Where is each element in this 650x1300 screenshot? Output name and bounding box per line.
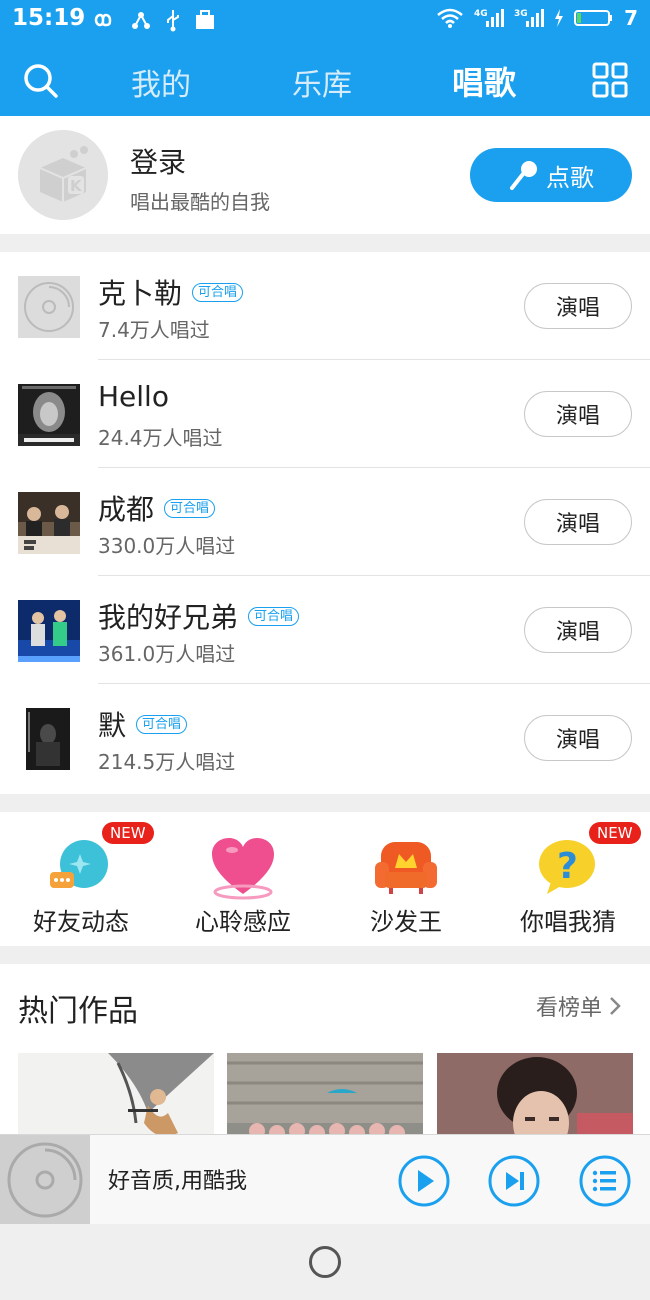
status-bar: 15:19 4G 3G 7 xyxy=(0,0,650,40)
avatar[interactable]: K xyxy=(18,130,108,220)
song-title: 成都 xyxy=(98,493,155,526)
svg-text:K: K xyxy=(70,177,83,195)
order-song-label: 点歌 xyxy=(546,163,594,192)
feature-label: 心聆感应 xyxy=(195,908,291,936)
battery-level: 7 xyxy=(624,6,638,30)
album-cover xyxy=(26,708,70,770)
song-title-row: Hello xyxy=(98,380,169,413)
signal-4g-icon: 4G xyxy=(474,9,505,27)
song-title: 我的好兄弟 xyxy=(98,601,239,634)
chat-bubble-icon xyxy=(50,840,108,888)
chorus-badge: 可合唱 xyxy=(248,606,300,626)
sing-count: 214.5万人唱过 xyxy=(98,750,236,774)
player-text: 好音质,用酷我 xyxy=(108,1169,247,1194)
section-title: 热门作品 xyxy=(18,994,138,1029)
charging-icon xyxy=(555,9,564,27)
sing-count: 361.0万人唱过 xyxy=(98,642,236,666)
song-title-row: 成都 可合唱 xyxy=(98,488,216,528)
profile-card[interactable]: K 登录 唱出最酷的自我 点歌 xyxy=(0,116,650,234)
top-navbar: 我的 乐库 唱歌 xyxy=(0,40,650,116)
sing-button[interactable]: 演唱 xyxy=(524,499,632,545)
list-item[interactable]: 成都 可合唱 330.0万人唱过 演唱 xyxy=(0,468,650,576)
profile-tagline: 唱出最酷的自我 xyxy=(130,190,270,214)
chorus-badge: 可合唱 xyxy=(136,714,188,734)
sing-button[interactable]: 演唱 xyxy=(524,715,632,761)
playlist-icon[interactable] xyxy=(578,1154,632,1208)
chorus-badge: 可合唱 xyxy=(164,498,216,518)
sofa-crown-icon xyxy=(375,842,437,894)
sing-button[interactable]: 演唱 xyxy=(524,607,632,653)
song-title: 默 xyxy=(98,709,127,742)
feature-guess-song[interactable]: ? NEW 你唱我猜 xyxy=(487,812,649,946)
svg-text:3G: 3G xyxy=(514,9,528,19)
sing-count: 7.4万人唱过 xyxy=(98,318,210,342)
sing-button[interactable]: 演唱 xyxy=(524,391,632,437)
share-icon xyxy=(132,12,150,29)
svg-text:4G: 4G xyxy=(474,9,488,19)
song-title: 克卜勒 xyxy=(98,277,183,310)
infinity-icon xyxy=(94,13,112,27)
tab-library[interactable]: 乐库 xyxy=(292,60,352,104)
sing-count: 24.4万人唱过 xyxy=(98,426,223,450)
play-icon[interactable] xyxy=(397,1154,451,1208)
view-chart-label: 看榜单 xyxy=(535,996,602,1021)
chorus-badge: 可合唱 xyxy=(192,282,244,302)
new-badge: NEW xyxy=(102,822,154,844)
song-title-row: 默 可合唱 xyxy=(98,704,188,744)
chevron-right-icon xyxy=(610,997,621,1015)
album-cover xyxy=(18,384,80,446)
microphone-icon xyxy=(510,161,537,190)
player-cover[interactable] xyxy=(0,1135,90,1225)
song-title-row: 我的好兄弟 可合唱 xyxy=(98,596,300,636)
signal-3g-icon: 3G xyxy=(514,9,545,27)
battery-icon xyxy=(574,10,613,26)
song-title: Hello xyxy=(98,380,169,413)
tab-mine[interactable]: 我的 xyxy=(131,60,191,104)
list-item[interactable]: 克卜勒 可合唱 7.4万人唱过 演唱 xyxy=(0,252,650,360)
wifi-icon xyxy=(437,8,463,28)
disc-icon xyxy=(0,1135,90,1225)
feature-grid: NEW 好友动态 心聆感应 沙发王 ? NEW 你唱我猜 xyxy=(0,812,650,946)
system-nav-bar xyxy=(0,1224,650,1300)
list-item[interactable]: Hello 24.4万人唱过 演唱 xyxy=(0,360,650,468)
song-list: 克卜勒 可合唱 7.4万人唱过 演唱 Hello 24.4万人唱过 演唱 成都 xyxy=(0,252,650,794)
heart-icon xyxy=(212,838,274,900)
home-button[interactable] xyxy=(309,1246,341,1278)
feature-label: 你唱我猜 xyxy=(520,908,616,936)
feature-friends-feed[interactable]: NEW 好友动态 xyxy=(0,812,162,946)
album-cover-placeholder xyxy=(18,276,80,338)
status-right-icons: 4G 3G 7 xyxy=(436,6,638,30)
usb-icon xyxy=(167,10,179,32)
new-badge: NEW xyxy=(589,822,641,844)
song-title-row: 克卜勒 可合唱 xyxy=(98,272,244,312)
svg-text:?: ? xyxy=(557,846,578,887)
next-track-icon[interactable] xyxy=(487,1154,541,1208)
sing-count: 330.0万人唱过 xyxy=(98,534,236,558)
app-screen: 15:19 4G 3G 7 我的 乐库 唱歌 K 登录 唱出最酷的自我 点歌 克… xyxy=(0,0,650,1300)
list-item[interactable]: 默 可合唱 214.5万人唱过 演唱 xyxy=(0,684,650,792)
mini-player[interactable]: 好音质,用酷我 xyxy=(0,1134,650,1225)
search-icon[interactable] xyxy=(22,62,60,100)
feature-label: 好友动态 xyxy=(33,908,129,936)
view-chart-link[interactable]: 看榜单 xyxy=(536,990,622,1022)
feature-sofa-king[interactable]: 沙发王 xyxy=(325,812,487,946)
grid-menu-icon[interactable] xyxy=(592,62,628,98)
tab-sing[interactable]: 唱歌 xyxy=(452,58,516,104)
album-cover xyxy=(18,492,80,554)
question-icon: ? xyxy=(539,840,595,894)
list-item[interactable]: 我的好兄弟 可合唱 361.0万人唱过 演唱 xyxy=(0,576,650,684)
sing-button[interactable]: 演唱 xyxy=(524,283,632,329)
status-left-icons xyxy=(88,8,216,32)
album-cover xyxy=(18,600,80,662)
briefcase-icon xyxy=(196,10,214,29)
ktv-logo-icon: K xyxy=(18,130,108,220)
feature-label: 沙发王 xyxy=(370,908,442,936)
status-time: 15:19 xyxy=(12,5,86,31)
login-label[interactable]: 登录 xyxy=(130,141,186,181)
feature-heart-sense[interactable]: 心聆感应 xyxy=(162,812,324,946)
order-song-button[interactable]: 点歌 xyxy=(470,148,632,202)
